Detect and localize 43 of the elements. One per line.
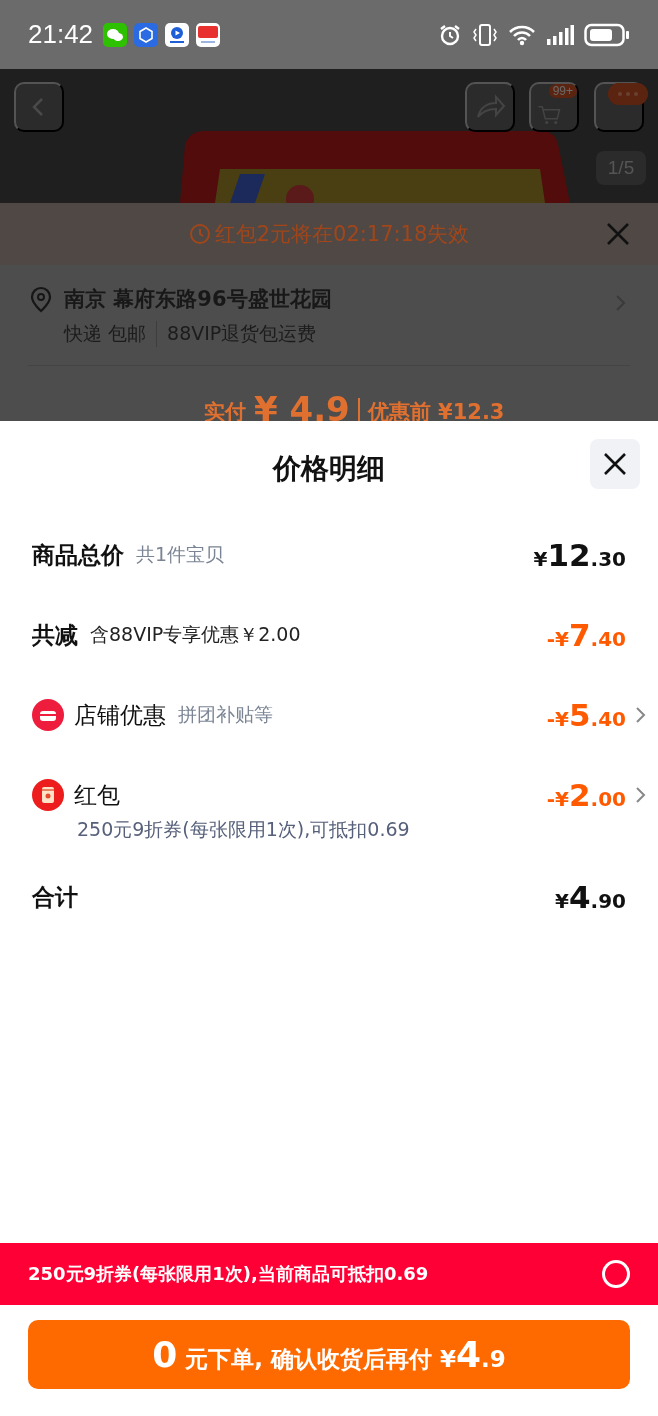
cart-icon <box>537 103 561 127</box>
price-amount: ¥12.30 <box>532 537 626 573</box>
more-badge-icon <box>608 83 648 105</box>
close-icon[interactable] <box>605 221 631 247</box>
price-amount: -¥5.40 <box>545 697 626 733</box>
news-app-icon <box>196 22 221 47</box>
price-amount: -¥7.40 <box>545 617 626 653</box>
vibrate-icon <box>472 22 498 47</box>
row-label: 店铺优惠 <box>74 700 166 730</box>
clock-time: 21:42 <box>28 19 94 50</box>
shop-icon <box>32 699 64 731</box>
close-button[interactable] <box>590 439 640 489</box>
app-icon <box>134 22 159 47</box>
location-pin-icon <box>28 285 54 313</box>
wifi-icon <box>508 23 536 46</box>
price-amount: ¥4.90 <box>554 879 626 915</box>
place-order-button[interactable]: 0 元下单, 确认收货后再付 ¥4.9 <box>28 1320 630 1389</box>
back-button[interactable] <box>14 82 64 132</box>
close-icon <box>602 451 628 477</box>
cart-button[interactable]: 99+ <box>529 82 579 132</box>
row-note: 共1件宝贝 <box>136 542 225 567</box>
row-label: 商品总价 <box>32 540 124 570</box>
modal-title: 价格明细 <box>273 451 385 487</box>
row-label: 红包 <box>74 780 120 810</box>
chat-app-icon <box>103 22 128 47</box>
pay-amount: ¥ 4.9 <box>254 392 350 421</box>
coupon-text: 250元9折券(每张限用1次),当前商品可抵扣0.69 <box>28 1262 429 1286</box>
battery-icon <box>584 22 630 47</box>
price-amount: -¥2.00 <box>545 777 626 813</box>
share-button[interactable] <box>465 82 515 132</box>
row-label: 合计 <box>32 882 78 912</box>
app-icon <box>165 22 190 47</box>
cart-count-badge: 99+ <box>548 84 577 98</box>
coupon-detail: 250元9折券(每张限用1次),可抵扣0.69 <box>77 818 410 840</box>
clock-icon <box>188 223 211 245</box>
expiry-notice: 红包2元将在02:17:18失效 <box>214 221 470 248</box>
alarm-icon <box>438 22 462 47</box>
row-label: 共减 <box>32 620 78 650</box>
row-note: 含88VIP专享优惠￥2.00 <box>90 622 301 647</box>
coupon-radio[interactable] <box>602 1260 630 1288</box>
envelope-icon <box>32 779 64 811</box>
signal-icon <box>546 23 574 46</box>
row-note: 拼团补贴等 <box>178 702 273 727</box>
